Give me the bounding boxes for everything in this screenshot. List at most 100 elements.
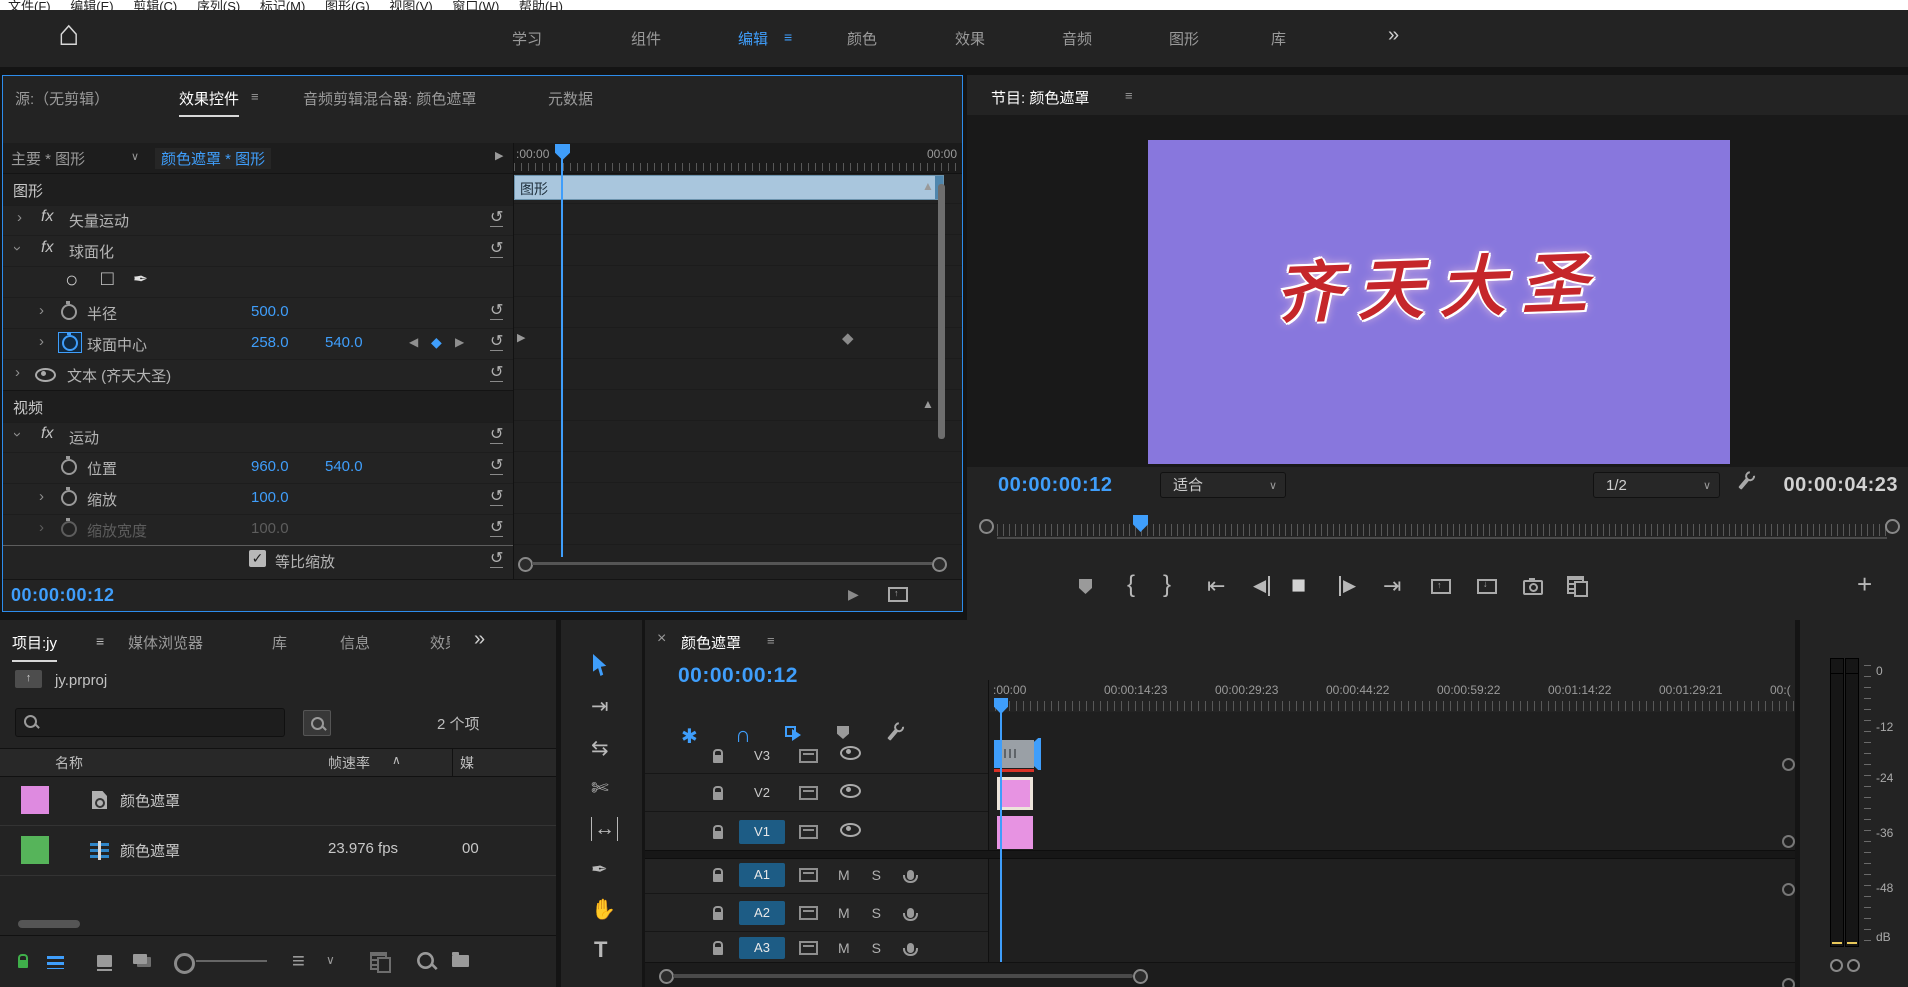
playback-resolution-dropdown[interactable]: 1/2 ∨: [1593, 472, 1720, 498]
collapse-graphics-icon[interactable]: ▲: [922, 179, 934, 193]
eye-icon[interactable]: [840, 784, 861, 803]
workspace-tab-editing[interactable]: 编辑: [738, 28, 768, 49]
find-icon[interactable]: [417, 952, 434, 969]
reset-icon[interactable]: ↺: [490, 209, 503, 227]
search-bin-button[interactable]: [303, 710, 331, 736]
track-scroll-handle[interactable]: [1782, 758, 1795, 771]
lock-icon[interactable]: [713, 947, 723, 955]
tab-project[interactable]: 项目:jy: [12, 632, 57, 662]
stopwatch-icon[interactable]: [61, 459, 77, 475]
param-value-x[interactable]: 960.0: [251, 458, 289, 475]
clip-trim-right-handle[interactable]: [1034, 738, 1041, 770]
export-frame-icon[interactable]: ↑: [888, 587, 908, 602]
mark-out-icon[interactable]: }: [1163, 571, 1171, 599]
item-name[interactable]: 颜色遮罩: [120, 840, 180, 861]
program-preview-frame[interactable]: 齐天大圣: [1148, 140, 1730, 464]
twirl-icon[interactable]: ›: [39, 333, 44, 350]
tab-audio-clip-mixer[interactable]: 音频剪辑混合器: 颜色遮罩: [303, 88, 476, 109]
sync-lock-icon[interactable]: [799, 749, 818, 763]
add-keyframe-icon[interactable]: ◆: [431, 334, 442, 351]
track-name-v1[interactable]: V1: [739, 820, 785, 844]
timeline-playhead-timecode[interactable]: 00:00:00:12: [678, 664, 798, 688]
track-name-v2[interactable]: V2: [739, 781, 785, 805]
reset-icon[interactable]: ↺: [490, 426, 503, 444]
clip-v1[interactable]: [997, 816, 1033, 849]
twirl-icon[interactable]: ›: [9, 432, 26, 437]
eye-icon[interactable]: [35, 368, 56, 386]
project-item-row[interactable]: 颜色遮罩 23.976 fps 00: [0, 825, 556, 876]
zoom-slider-knob[interactable]: [174, 953, 195, 974]
voiceover-mic-icon[interactable]: [907, 870, 914, 880]
zoom-slider-track[interactable]: [196, 960, 267, 962]
twirl-icon[interactable]: ›: [9, 246, 26, 251]
comparison-view-icon[interactable]: [1567, 576, 1584, 594]
mute-button[interactable]: M: [838, 905, 850, 921]
solo-button[interactable]: S: [872, 905, 881, 921]
workspace-tab-assembly[interactable]: 组件: [631, 28, 661, 49]
workspace-tab-color[interactable]: 颜色: [847, 28, 877, 49]
play-stop-icon[interactable]: ■: [1291, 571, 1306, 600]
project-overflow-icon[interactable]: »: [474, 628, 485, 651]
eye-icon[interactable]: [840, 823, 861, 842]
tool-track-select-forward[interactable]: ⇥: [591, 694, 609, 719]
project-item-row[interactable]: 颜色遮罩: [0, 775, 556, 826]
track-name-a3[interactable]: A3: [739, 937, 785, 959]
selected-clip-label[interactable]: 颜色遮罩 * 图形: [155, 148, 271, 169]
menu-clip[interactable]: 剪辑(C): [133, 0, 177, 10]
mute-button[interactable]: M: [838, 940, 850, 956]
twirl-icon[interactable]: ›: [15, 364, 20, 381]
column-media[interactable]: 媒: [460, 753, 474, 773]
column-fps[interactable]: 帧速率: [328, 753, 370, 773]
sync-lock-icon[interactable]: [799, 868, 818, 882]
tab-metadata[interactable]: 元数据: [548, 88, 593, 109]
param-value[interactable]: 500.0: [251, 303, 289, 320]
item-name[interactable]: 颜色遮罩: [120, 790, 180, 811]
extract-icon[interactable]: ↑: [1477, 579, 1497, 594]
uniform-scale-checkbox[interactable]: ✓: [249, 550, 266, 567]
master-clip-label[interactable]: 主要 * 图形: [11, 148, 85, 169]
fx-badge-icon[interactable]: fx: [41, 239, 53, 257]
next-keyframe-icon[interactable]: ▶: [455, 335, 464, 349]
reset-icon[interactable]: ↺: [490, 240, 503, 258]
tab-info[interactable]: 信息: [340, 632, 370, 653]
tab-effects-clipped[interactable]: 效果: [430, 632, 450, 653]
reset-icon[interactable]: ↺: [490, 519, 503, 537]
pen-mask-icon[interactable]: ✒: [133, 269, 148, 290]
param-value-y[interactable]: 540.0: [325, 458, 363, 475]
track-name-a2[interactable]: A2: [739, 901, 785, 925]
program-zoombar-left-handle[interactable]: [979, 519, 994, 534]
sync-lock-icon[interactable]: [799, 941, 818, 955]
tool-razor[interactable]: ✄: [591, 776, 609, 801]
timeline-close-icon[interactable]: ×: [657, 630, 666, 648]
mini-playhead-line[interactable]: [561, 157, 563, 557]
mini-expand-icon[interactable]: ▶: [517, 331, 525, 344]
workspace-tab-menu-icon[interactable]: ≡: [784, 29, 792, 45]
tool-type[interactable]: T: [594, 937, 607, 963]
project-file-name[interactable]: jy.prproj: [55, 672, 107, 689]
reset-icon[interactable]: ↺: [490, 333, 503, 351]
icon-view-icon[interactable]: [97, 955, 112, 967]
menu-marker[interactable]: 标记(M): [260, 0, 306, 10]
add-marker-icon[interactable]: [1079, 579, 1092, 594]
play-around-icon[interactable]: ▶: [848, 586, 859, 603]
reset-icon[interactable]: ↺: [490, 550, 503, 568]
menu-sequence[interactable]: 序列(S): [197, 0, 240, 10]
meter-solo-right-button[interactable]: [1847, 959, 1860, 972]
workspace-tab-audio[interactable]: 音频: [1062, 28, 1092, 49]
voiceover-mic-icon[interactable]: [907, 908, 914, 918]
item-color-swatch[interactable]: [21, 836, 49, 864]
go-to-in-icon[interactable]: ⇤: [1207, 573, 1225, 599]
timeline-header-content-divider[interactable]: [988, 680, 989, 962]
program-scrubber-track[interactable]: [997, 537, 1887, 539]
clip-v2-selected[interactable]: [997, 777, 1033, 810]
tool-pen[interactable]: ✒: [591, 857, 608, 882]
step-back-icon[interactable]: ◀: [1253, 576, 1270, 596]
parent-folder-icon[interactable]: ↑: [15, 670, 42, 688]
timeline-zoombar-left-handle[interactable]: [659, 969, 674, 984]
program-current-timecode[interactable]: 00:00:00:12: [998, 474, 1112, 497]
master-chevron-icon[interactable]: ∨: [131, 150, 139, 163]
mini-ruler-ticks[interactable]: [514, 143, 963, 174]
go-to-out-icon[interactable]: ⇥: [1383, 573, 1401, 599]
lock-icon[interactable]: [713, 831, 723, 839]
tool-hand[interactable]: ✋: [591, 897, 616, 922]
